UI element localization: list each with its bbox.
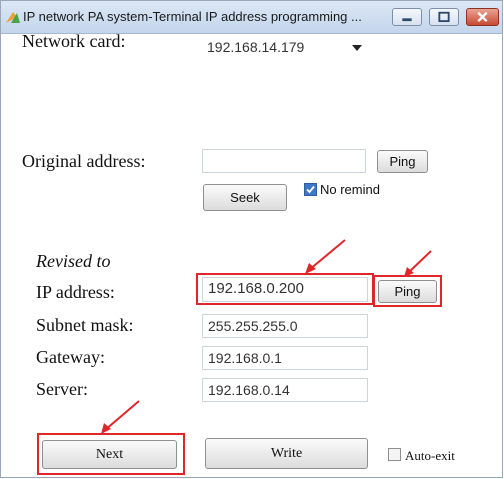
original-address-label: Original address: xyxy=(22,151,146,171)
network-card-label: Network card: xyxy=(22,31,126,51)
ip-address-label: IP address: xyxy=(36,282,115,302)
auto-exit-checkbox[interactable] xyxy=(388,448,401,461)
app-window: IP network PA system-Terminal IP address… xyxy=(0,0,503,478)
gateway-input[interactable]: 192.168.0.1 xyxy=(202,346,368,370)
arrow-to-next-icon xyxy=(101,400,140,434)
maximize-icon xyxy=(438,11,450,23)
network-card-value: 192.168.14.179 xyxy=(207,39,305,55)
minimize-icon xyxy=(402,18,412,22)
server-label: Server: xyxy=(36,379,88,399)
network-card-select[interactable]: 192.168.14.179 xyxy=(202,33,373,61)
write-button[interactable]: Write xyxy=(205,438,368,469)
arrow-to-ping-icon xyxy=(404,250,432,277)
maximize-button[interactable] xyxy=(429,8,459,26)
subnet-mask-label: Subnet mask: xyxy=(36,315,134,335)
revised-heading: Revised to xyxy=(36,251,111,271)
next-button[interactable]: Next xyxy=(42,440,177,469)
seek-button[interactable]: Seek xyxy=(203,184,287,211)
window-title: IP network PA system-Terminal IP address… xyxy=(23,9,362,24)
ip-address-input[interactable]: 192.168.0.200 xyxy=(202,277,368,302)
server-input[interactable]: 192.168.0.14 xyxy=(202,378,368,402)
arrow-to-ip-address-icon xyxy=(305,239,346,274)
close-button[interactable] xyxy=(466,8,499,26)
minimize-button[interactable] xyxy=(392,8,422,26)
close-icon xyxy=(477,11,488,23)
original-address-input[interactable] xyxy=(202,149,366,173)
title-bar[interactable]: IP network PA system-Terminal IP address… xyxy=(1,1,502,34)
no-remind-checkbox[interactable] xyxy=(304,183,317,196)
revised-ping-button[interactable]: Ping xyxy=(378,280,437,303)
original-ping-button[interactable]: Ping xyxy=(377,150,428,173)
gateway-label: Gateway: xyxy=(36,347,105,367)
auto-exit-label: Auto-exit xyxy=(405,448,455,463)
chevron-down-icon xyxy=(352,45,362,51)
app-icon xyxy=(6,12,20,23)
checkmark-icon xyxy=(306,185,315,194)
no-remind-label: No remind xyxy=(320,182,380,197)
subnet-mask-input[interactable]: 255.255.255.0 xyxy=(202,314,368,338)
